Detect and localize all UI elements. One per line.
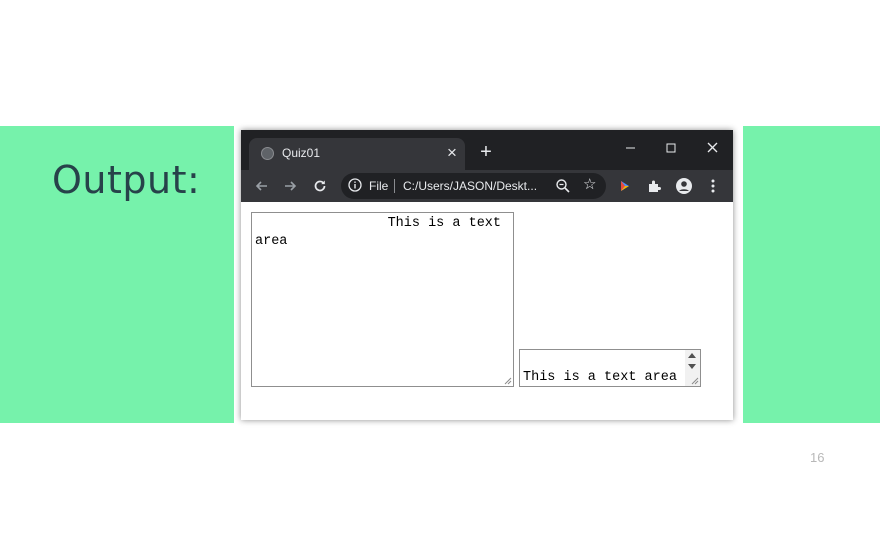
maximize-button[interactable]	[656, 134, 686, 156]
back-arrow-icon	[255, 181, 267, 191]
puzzle-icon	[649, 180, 661, 192]
url-text[interactable]: C:/Users/JASON/Deskt...	[403, 179, 537, 193]
title-bar: Quiz01 × +	[241, 130, 733, 170]
forward-arrow-icon	[285, 181, 297, 191]
forward-button[interactable]	[281, 177, 299, 195]
menu-button[interactable]	[704, 177, 722, 195]
star-icon[interactable]: ☆	[583, 177, 599, 193]
address-separator	[394, 179, 395, 193]
resize-grip-icon[interactable]	[503, 376, 512, 385]
zoom-icon[interactable]	[555, 178, 571, 194]
reload-button[interactable]	[311, 177, 329, 195]
browser-tab[interactable]: Quiz01 ×	[249, 138, 465, 170]
window-close-button[interactable]	[697, 134, 727, 156]
browser-toolbar: File C:/Users/JASON/Deskt... ☆	[241, 170, 733, 202]
small-textarea[interactable]: This is a text area	[519, 349, 701, 387]
scroll-up-icon[interactable]	[688, 353, 696, 358]
scheme-label: File	[369, 179, 389, 193]
scroll-down-icon[interactable]	[688, 364, 696, 369]
extension-logo-button[interactable]	[616, 177, 634, 195]
large-textarea-line-2: area	[255, 234, 288, 249]
resize-grip-icon[interactable]	[690, 376, 699, 385]
extensions-button[interactable]	[646, 177, 664, 195]
page-viewport: This is a text area This is a text area	[241, 202, 733, 420]
profile-icon	[676, 178, 692, 194]
maximize-icon	[666, 143, 676, 153]
globe-icon	[261, 147, 274, 160]
close-icon	[707, 142, 718, 153]
minimize-icon	[626, 147, 635, 149]
address-bar[interactable]: File C:/Users/JASON/Deskt... ☆	[341, 173, 606, 199]
slide-heading: Output:	[52, 158, 201, 202]
back-button[interactable]	[253, 177, 271, 195]
small-textarea-text: This is a text area	[523, 370, 677, 385]
reload-icon	[314, 180, 326, 192]
minimize-button[interactable]	[615, 134, 645, 156]
browser-window: Quiz01 × + File C:/Users/JASON/Deskt...	[241, 130, 733, 420]
profile-button[interactable]	[675, 177, 693, 195]
page-number: 16	[810, 450, 825, 465]
tab-close-icon[interactable]: ×	[445, 144, 459, 162]
extension-logo-icon	[621, 181, 629, 191]
more-vert-icon	[711, 179, 715, 193]
large-textarea[interactable]: This is a text area	[251, 212, 514, 387]
new-tab-button[interactable]: +	[476, 142, 496, 162]
tab-title: Quiz01	[282, 146, 321, 160]
large-textarea-line-1: This is a text	[387, 216, 501, 231]
info-icon[interactable]	[348, 178, 362, 192]
right-accent-band	[743, 126, 880, 423]
